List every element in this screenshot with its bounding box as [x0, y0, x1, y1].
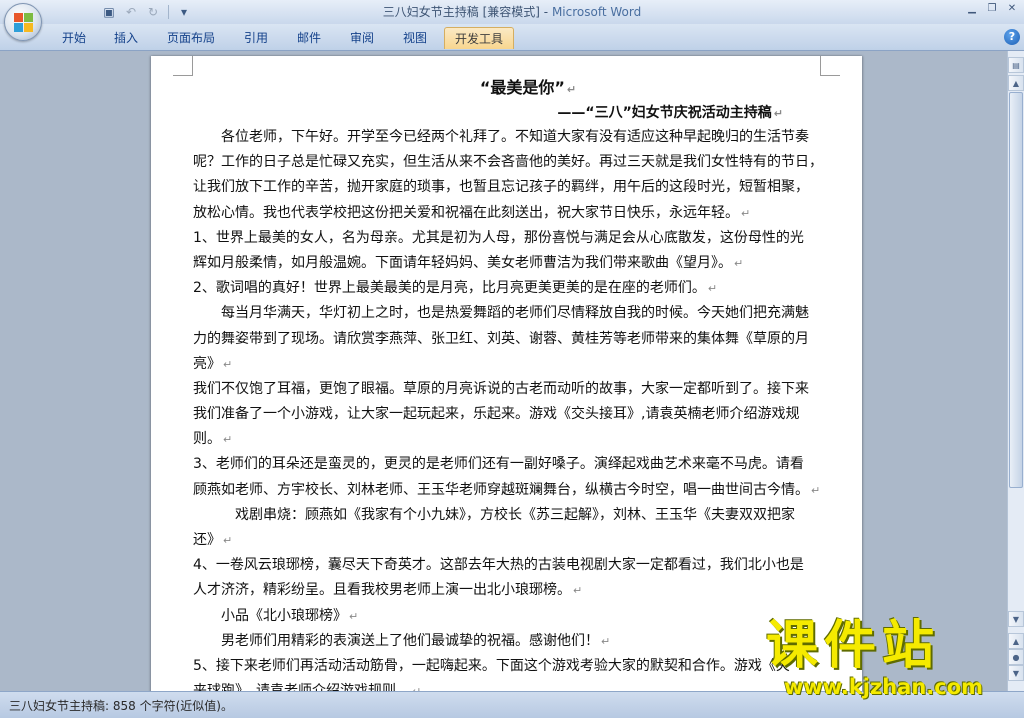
text-line-content: 还》 [193, 532, 221, 548]
watermark-chinese: 课件站 [766, 615, 941, 676]
window-controls: ▁ ❐ ✕ [964, 2, 1020, 16]
text-line: 夹球跑》，请袁老师介绍游戏规则。↵ [193, 679, 823, 691]
watermark-logo: 课件站 www.kjzhan.com [766, 617, 1002, 709]
document-workspace: “最美是你” ↵ ——“三八”妇女节庆祝活动主持稿 ↵ 各位老师，下午好。开学至今已… [0, 51, 1007, 691]
application-name: Microsoft Word [551, 5, 642, 19]
watermark-url: www.kjzhan.com [784, 675, 984, 699]
help-icon[interactable]: ? [1004, 29, 1020, 45]
text-line: 我们准备了一个小游戏，让大家一起玩起来，乐起来。游戏《交头接耳》,请袁英楠老师介… [193, 402, 823, 427]
tab-home[interactable]: 开始 [50, 27, 98, 49]
document-name: 三八妇女节主持稿 [兼容模式] [382, 5, 540, 19]
text-line-content: 2、歌词唱的真好！世界上最美最美的是月亮，比月亮更美更美的是在座的老师们。 [193, 280, 706, 297]
next-page-icon[interactable]: ▼ [1008, 665, 1024, 681]
text-line: 放松心情。我也代表学校把这份把关爱和祝福在此刻送出，祝大家节日快乐，永远年轻。 ↵ [193, 201, 823, 226]
select-browse-object-icon[interactable]: ● [1008, 649, 1024, 665]
tab-review[interactable]: 审阅 [340, 27, 384, 49]
paragraph-mark-icon: ↵ [811, 483, 821, 497]
text-line-content: 人才济济，精彩纷呈。且看我校男老师上演一出北小琅琊榜。 [193, 582, 571, 599]
text-line: 戏剧串烧：顾燕如《我家有个小九妹》，方校长《苏三起解》，刘林、王玉华《夫妻双双把… [193, 503, 823, 528]
text-line-content: 小品《北小琅琊榜》 [193, 607, 347, 624]
paragraph-mark-icon: ↵ [566, 83, 577, 96]
view-ruler-icon[interactable]: ▤ [1008, 57, 1024, 73]
tab-page-layout[interactable]: 页面布局 [158, 27, 224, 49]
title-bar: ▣ ↶ ↻ ▾ 三八妇女节主持稿 [兼容模式] - Microsoft Word… [0, 0, 1024, 24]
word-count-status[interactable]: 三八妇女节主持稿: 858 个字符(近似值)。 [9, 697, 233, 714]
text-line-content: 呢？工作的日子总是忙碌又充实，但生活从来不会吝啬他的美好。再过三天就是我们女性特… [193, 154, 823, 171]
text-line-content: 各位老师，下午好。开学至今已经两个礼拜了。不知道大家有没有适应这种早起晚归的生活… [193, 129, 809, 145]
paragraph-mark-icon: ↵ [707, 282, 718, 296]
text-line-content: 则。 [193, 431, 221, 448]
document-body[interactable]: “最美是你” ↵ ——“三八”妇女节庆祝活动主持稿 ↵ 各位老师，下午好。开学至今已… [193, 73, 823, 691]
tab-view[interactable]: 视图 [393, 27, 437, 49]
text-line-content: 让我们放下工作的辛苦，抛开家庭的琐事，也暂且忘记孩子的羁绊，用午后的这段时光，短… [193, 179, 809, 196]
text-line-content: 辉如月般柔情，如月般温婉。下面请年轻妈妈、美女老师曹洁为我们带来歌曲《望月》。 [193, 254, 732, 271]
scroll-thumb[interactable] [1009, 92, 1023, 488]
text-line: 4、一卷风云琅琊榜，囊尽天下奇英才。这部去年大热的古装电视剧大家一定都看过，我们… [193, 553, 823, 578]
paragraph-mark-icon: ↵ [741, 206, 751, 220]
text-line: 亮》 ↵ [193, 352, 823, 377]
text-line: 辉如月般柔情，如月般温婉。下面请年轻妈妈、美女老师曹洁为我们带来歌曲《望月》。 ↵ [193, 251, 823, 276]
text-line-content: 3、老师们的耳朵还是蛮灵的，更灵的是老师们还有一副好嗓子。演绎起戏曲艺术来毫不马… [193, 456, 804, 473]
document-title: “最美是你” ↵ [479, 78, 577, 97]
text-line-content: 顾燕如老师、方宇校长、刘林老师、王玉华老师穿越斑斓舞台，纵横古今时空，唱一曲世间… [193, 481, 809, 498]
text-line: 顾燕如老师、方宇校长、刘林老师、王玉华老师穿越斑斓舞台，纵横古今时空，唱一曲世间… [193, 478, 823, 503]
text-line: 男老师们用精彩的表演送上了他们最诚挚的祝福。感谢他们！ ↵ [193, 629, 823, 654]
close-icon[interactable]: ✕ [1004, 2, 1020, 16]
title-separator: - [539, 5, 552, 19]
paragraph-mark-icon: ↵ [223, 534, 233, 547]
text-line-content: 力的舞姿带到了现场。请欣赏李燕萍、张卫红、刘英、谢蓉、黄桂芳等老师带来的集体舞《… [193, 330, 809, 347]
text-line-content: 我们不仅饱了耳福，更饱了眼福。草原的月亮诉说的古老而动听的故事，大家一定都听到了… [193, 380, 809, 397]
paragraph-mark-icon: ↵ [349, 609, 359, 623]
text-line: 呢？工作的日子总是忙碌又充实，但生活从来不会吝啬他的美好。再过三天就是我们女性特… [193, 150, 823, 175]
text-line-content: 亮》 [193, 355, 221, 372]
text-line-content: 5、接下来老师们再活动活动筋骨，一起嗨起来。下面这个游戏考验大家的默契和合作。游… [193, 657, 790, 674]
window-title: 三八妇女节主持稿 [兼容模式] - Microsoft Word [0, 0, 1024, 24]
text-line-content: 4、一卷风云琅琊榜，囊尽天下奇英才。这部去年大热的古装电视剧大家一定都看过，我们… [193, 557, 804, 574]
document-page[interactable]: “最美是你” ↵ ——“三八”妇女节庆祝活动主持稿 ↵ 各位老师，下午好。开学至今已… [151, 56, 862, 691]
tab-developer[interactable]: 开发工具 [444, 27, 514, 49]
office-button[interactable] [4, 3, 42, 41]
paragraph-mark-icon: ↵ [223, 433, 233, 447]
paragraph-mark-icon: ↵ [734, 256, 744, 270]
tab-references[interactable]: 引用 [234, 27, 278, 49]
text-line: 各位老师，下午好。开学至今已经两个礼拜了。不知道大家有没有适应这种早起晚归的生活… [193, 125, 823, 150]
text-line: 则。 ↵ [193, 427, 823, 452]
text-line: 还》 ↵ [193, 528, 823, 553]
ribbon-tab-bar: 开始 插入 页面布局 引用 邮件 审阅 视图 开发工具 ? [0, 24, 1024, 51]
text-line-content: 我们准备了一个小游戏，让大家一起玩起来，乐起来。游戏《交头接耳》,请袁英楠老师介… [193, 406, 800, 423]
text-line-content: 戏剧串烧：顾燕如《我家有个小九妹》，方校长《苏三起解》，刘林、王玉华《夫妻双双把… [193, 506, 795, 523]
office-logo-icon [14, 13, 34, 33]
scroll-up-icon[interactable]: ▲ [1008, 75, 1024, 91]
paragraph-mark-icon: ↵ [601, 634, 611, 648]
text-line-content: 夹球跑》，请袁老师介绍游戏规则。 [193, 683, 410, 691]
minimize-icon[interactable]: ▁ [964, 2, 980, 16]
text-line-content: 1、世界上最美的女人，名为母亲。尤其是初为人母，那份喜悦与满足会从心底散发，这份… [193, 229, 804, 246]
paragraph-mark-icon: ↵ [773, 107, 783, 120]
text-line-content: 男老师们用精彩的表演送上了他们最诚挚的祝福。感谢他们！ [193, 632, 599, 649]
paragraph-lines: 各位老师，下午好。开学至今已经两个礼拜了。不知道大家有没有适应这种早起晚归的生活… [193, 125, 823, 691]
document-subtitle: ——“三八”妇女节庆祝活动主持稿 ↵ [557, 105, 783, 121]
previous-page-icon[interactable]: ▲ [1008, 633, 1024, 649]
crop-mark-top-left [173, 56, 193, 76]
text-line-content: 每当月华满天，华灯初上之时，也是热爱舞蹈的老师们尽情释放自我的时候。今天她们把充… [193, 305, 809, 322]
text-line: 我们不仅饱了耳福，更饱了眼福。草原的月亮诉说的古老而动听的故事，大家一定都听到了… [193, 377, 823, 402]
text-line: 3、老师们的耳朵还是蛮灵的，更灵的是老师们还有一副好嗓子。演绎起戏曲艺术来毫不马… [193, 452, 823, 477]
text-line: 1、世界上最美的女人，名为母亲。尤其是初为人母，那份喜悦与满足会从心底散发，这份… [193, 226, 823, 251]
vertical-scrollbar[interactable]: ▤ ▲ ▼ ▲ ● ▼ [1007, 51, 1024, 691]
text-line-content: 放松心情。我也代表学校把这份把关爱和祝福在此刻送出，祝大家节日快乐，永远年轻。 [193, 204, 739, 221]
tab-insert[interactable]: 插入 [104, 27, 148, 49]
text-line: 5、接下来老师们再活动活动筋骨，一起嗨起来。下面这个游戏考验大家的默契和合作。游… [193, 654, 823, 679]
text-line: 人才济济，精彩纷呈。且看我校男老师上演一出北小琅琊榜。 ↵ [193, 578, 823, 603]
text-line: 2、歌词唱的真好！世界上最美最美的是月亮，比月亮更美更美的是在座的老师们。 ↵ [193, 276, 823, 301]
text-line: 每当月华满天，华灯初上之时，也是热爱舞蹈的老师们尽情释放自我的时候。今天她们把充… [193, 301, 823, 326]
text-line: 让我们放下工作的辛苦，抛开家庭的琐事，也暂且忘记孩子的羁绊，用午后的这段时光，短… [193, 175, 823, 200]
crop-mark-top-right [820, 56, 840, 76]
paragraph-mark-icon: ↵ [223, 357, 233, 371]
tab-mailings[interactable]: 邮件 [287, 27, 331, 49]
paragraph-mark-icon: ↵ [573, 584, 583, 598]
text-line: 力的舞姿带到了现场。请欣赏李燕萍、张卫红、刘英、谢蓉、黄桂芳等老师带来的集体舞《… [193, 327, 823, 352]
scroll-down-icon[interactable]: ▼ [1008, 611, 1024, 627]
restore-icon[interactable]: ❐ [984, 2, 1000, 16]
text-line: 小品《北小琅琊榜》 ↵ [193, 604, 823, 629]
